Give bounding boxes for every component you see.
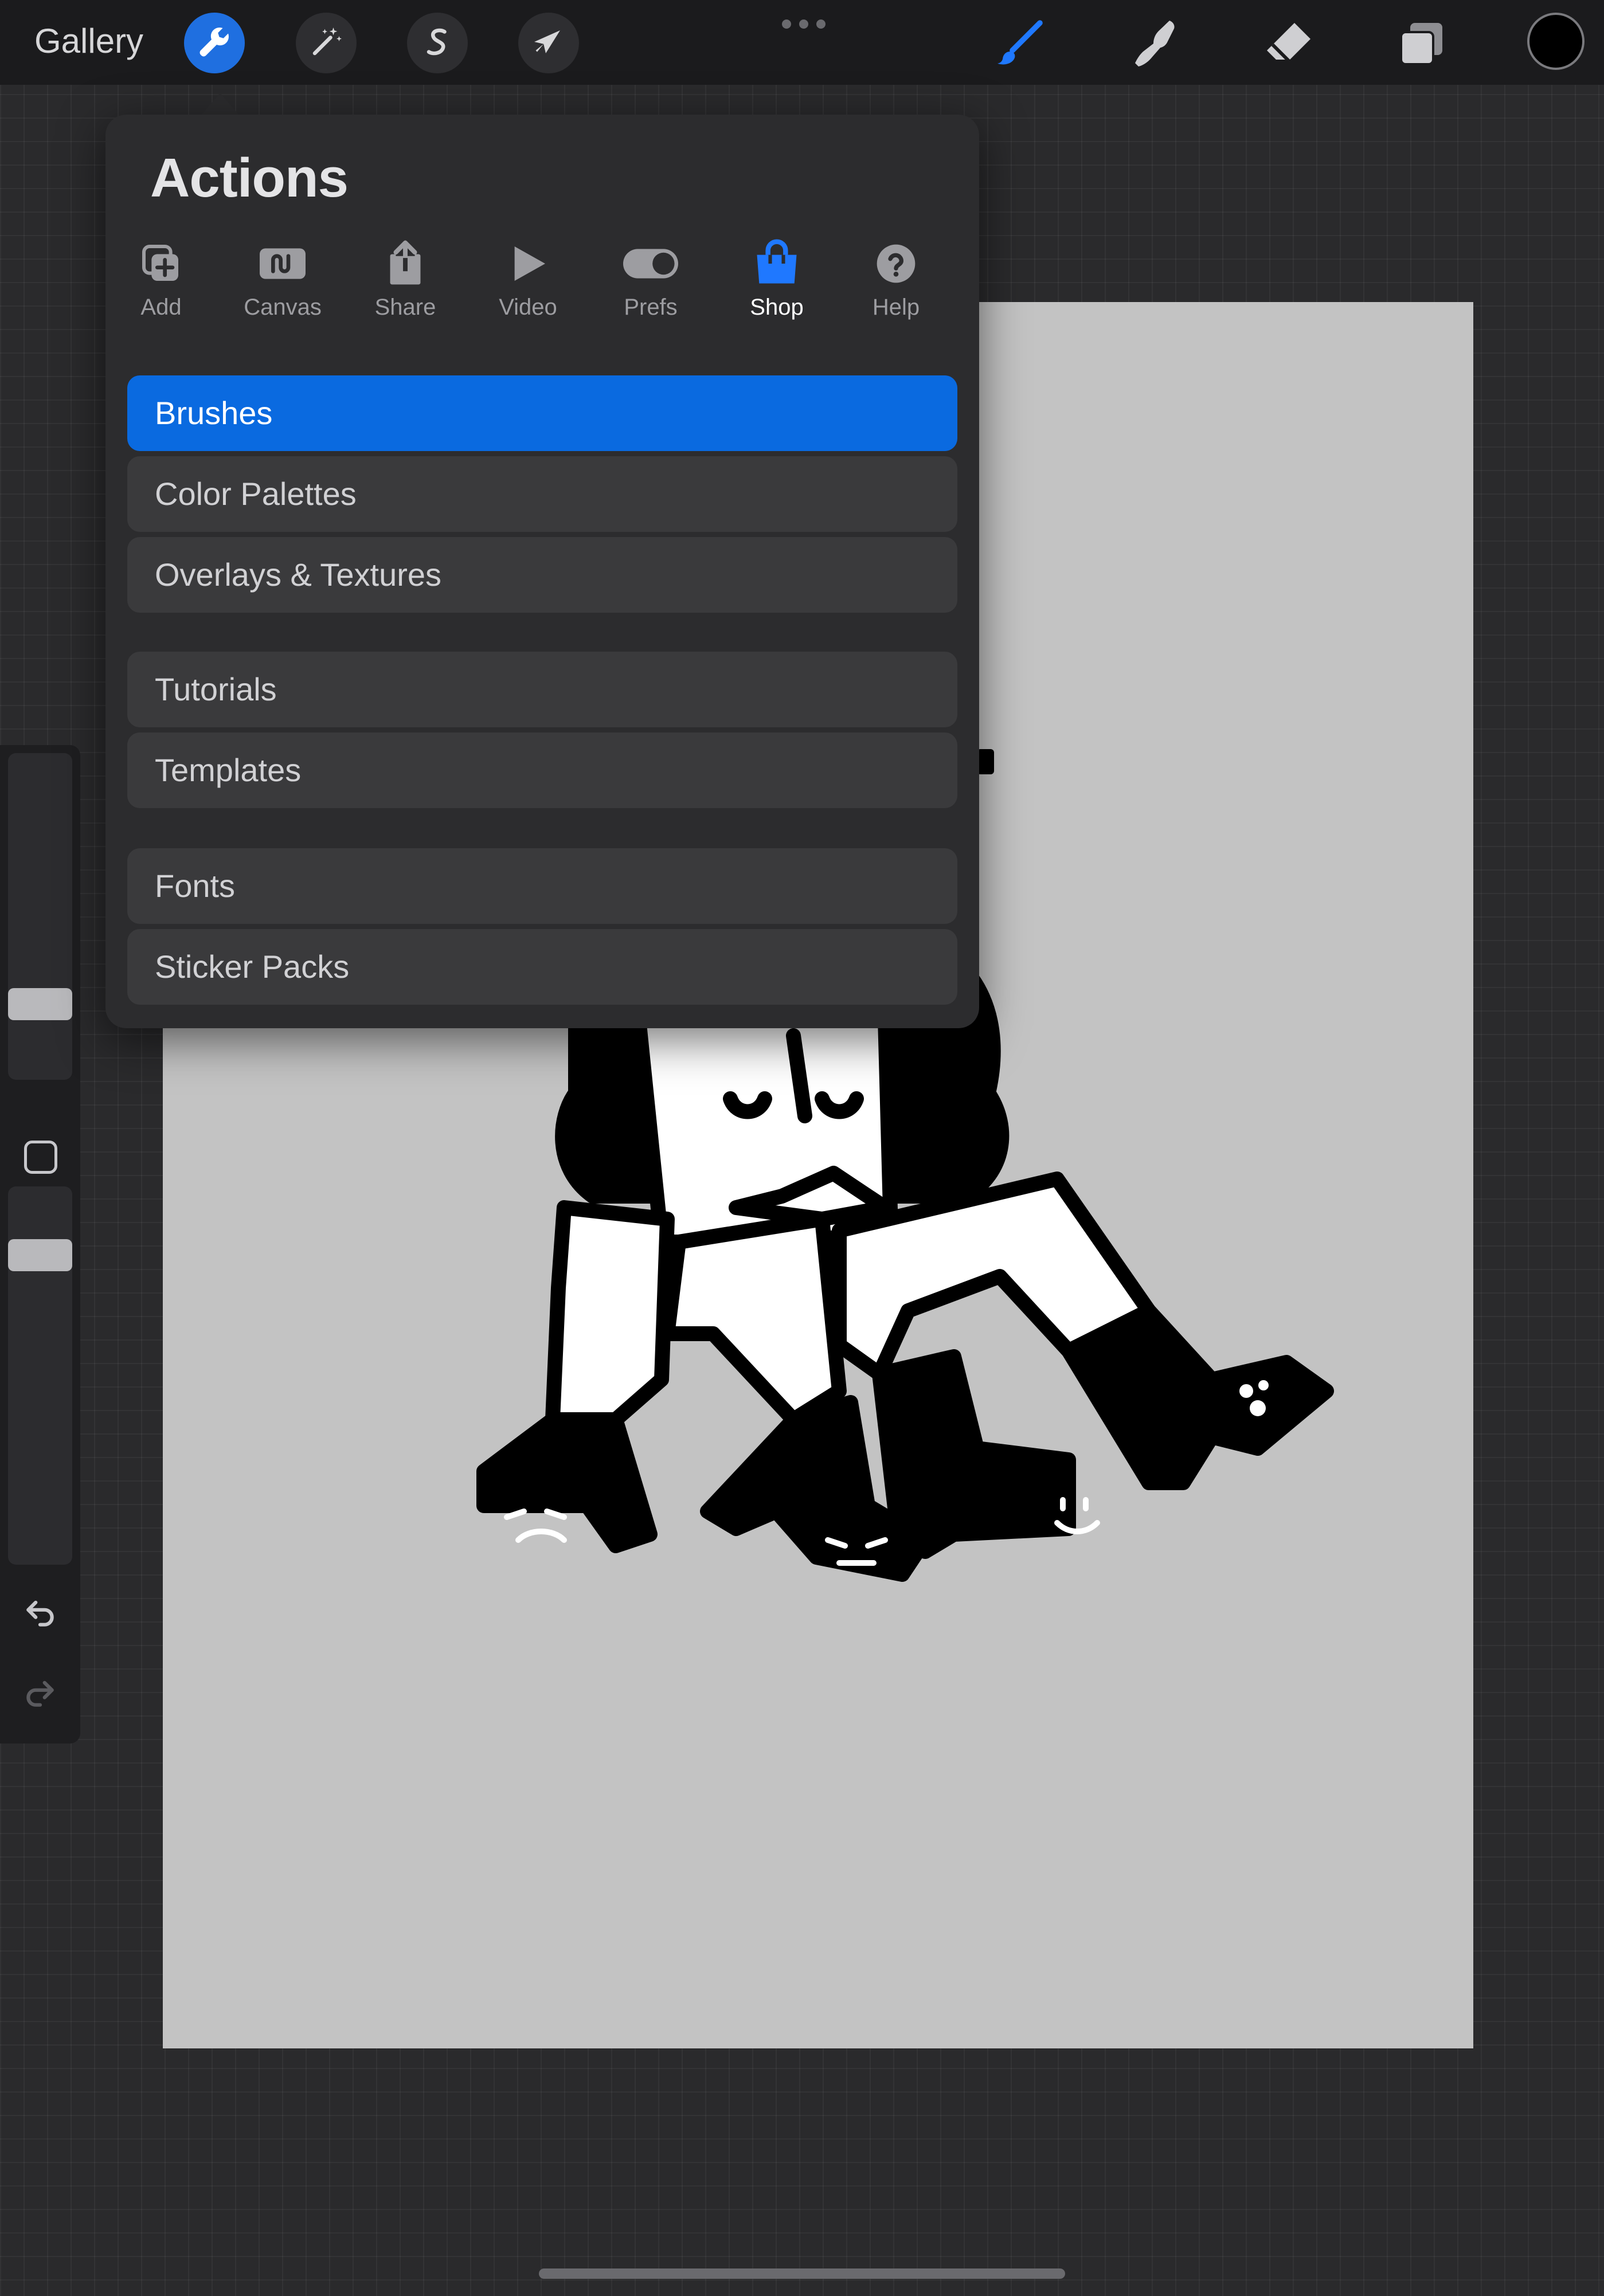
wrench-icon: [197, 25, 232, 62]
adjustments-button[interactable]: [296, 13, 357, 73]
popover-arrow: [201, 93, 240, 116]
question-icon: [873, 235, 919, 292]
layers-icon: [1394, 16, 1449, 74]
tab-share[interactable]: Share: [351, 235, 460, 320]
selection-s-icon: [420, 25, 455, 62]
tab-video[interactable]: Video: [474, 235, 582, 320]
arrow-cursor-icon: [531, 25, 566, 62]
menu-item-fonts[interactable]: Fonts: [127, 848, 957, 924]
canvas-wave-icon: [255, 235, 310, 292]
menu-item-brushes[interactable]: Brushes: [127, 375, 957, 451]
home-indicator[interactable]: [539, 2268, 1065, 2279]
menu-item-tutorials[interactable]: Tutorials: [127, 652, 957, 727]
tab-prefs[interactable]: Prefs: [596, 235, 705, 320]
brush-icon: [992, 16, 1047, 74]
toggle-icon: [621, 235, 680, 292]
menu-item-color-palettes[interactable]: Color Palettes: [127, 456, 957, 532]
tab-canvas[interactable]: Canvas: [228, 235, 337, 320]
brush-tool-button[interactable]: [991, 16, 1048, 73]
eraser-tool-button[interactable]: [1259, 16, 1316, 73]
modify-button[interactable]: [24, 1141, 57, 1174]
tab-help[interactable]: Help: [842, 235, 950, 320]
tab-add[interactable]: Add: [107, 235, 216, 320]
add-plus-icon: [138, 235, 184, 292]
more-options-icon[interactable]: [782, 19, 826, 29]
smudge-finger-icon: [1126, 16, 1181, 74]
eraser-icon: [1260, 16, 1315, 74]
top-toolbar: Gallery: [0, 0, 1604, 85]
play-icon: [505, 235, 551, 292]
menu-item-overlays-textures[interactable]: Overlays & Textures: [127, 537, 957, 613]
opacity-thumb[interactable]: [8, 1239, 72, 1271]
actions-popover: Actions Add Canvas Share Video Prefs Sho…: [105, 115, 979, 1028]
selection-button[interactable]: [407, 13, 468, 73]
actions-tabs: Add Canvas Share Video Prefs Shop Help: [105, 235, 979, 321]
redo-icon[interactable]: [19, 1672, 61, 1714]
magic-wand-icon: [309, 25, 343, 62]
brush-size-thumb[interactable]: [8, 988, 72, 1020]
brush-size-slider[interactable]: [8, 753, 72, 1080]
layers-tool-button[interactable]: [1393, 16, 1450, 73]
transform-button[interactable]: [518, 13, 579, 73]
shopping-bag-icon: [750, 235, 803, 292]
undo-icon[interactable]: [19, 1592, 61, 1633]
menu-item-sticker-packs[interactable]: Sticker Packs: [127, 929, 957, 1005]
menu-item-templates[interactable]: Templates: [127, 732, 957, 808]
color-picker-button[interactable]: [1527, 13, 1585, 70]
smudge-tool-button[interactable]: [1125, 16, 1182, 73]
popover-title: Actions: [150, 147, 349, 209]
share-arrow-icon: [382, 235, 428, 292]
actions-button[interactable]: [184, 13, 245, 73]
gallery-button[interactable]: Gallery: [34, 19, 143, 63]
tab-shop[interactable]: Shop: [722, 235, 831, 320]
